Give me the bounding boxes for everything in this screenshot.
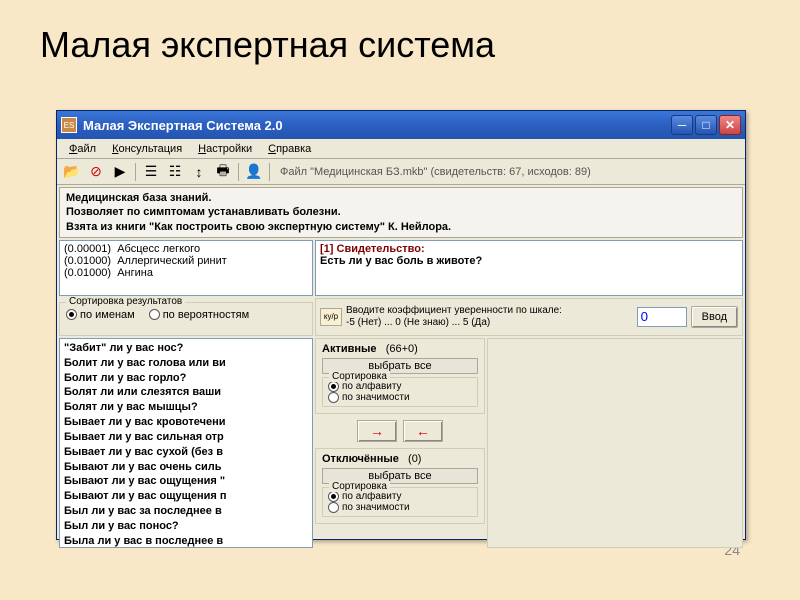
radio-icon bbox=[328, 491, 339, 502]
symptom-item[interactable]: Был ли у вас понос? bbox=[64, 519, 308, 534]
result-prob: (0.01000) bbox=[64, 267, 111, 279]
play-icon[interactable]: ▶ bbox=[109, 161, 131, 183]
radio-by-prob[interactable]: по вероятностям bbox=[149, 309, 249, 321]
active-group: Активные (66+0) выбрать все Сортировка п… bbox=[315, 338, 485, 414]
confidence-input[interactable] bbox=[637, 307, 687, 327]
question-text: Есть ли у вас боль в животе? bbox=[320, 255, 738, 267]
symptom-item[interactable]: Болит ли у вас горло? bbox=[64, 371, 308, 386]
disabled-group: Отключённые (0) выбрать все Сортировка п… bbox=[315, 448, 485, 524]
cancel-icon[interactable]: ⊘ bbox=[85, 161, 107, 183]
menu-help[interactable]: Справка bbox=[260, 141, 319, 157]
radio-disabled-alpha[interactable]: по алфавиту bbox=[328, 491, 472, 502]
maximize-button[interactable]: □ bbox=[695, 115, 717, 135]
question-box: [1] Свидетельство: Есть ли у вас боль в … bbox=[315, 240, 743, 296]
results-list[interactable]: (0.00001) Абсцесс легкого (0.01000) Алле… bbox=[59, 240, 313, 296]
symptom-item[interactable]: Была ли у вас в последнее в bbox=[64, 534, 308, 548]
close-button[interactable]: ✕ bbox=[719, 115, 741, 135]
window-title: Малая Экспертная Система 2.0 bbox=[83, 118, 671, 133]
open-icon[interactable]: 📂 bbox=[61, 161, 83, 183]
desc-line2: Позволяет по симптомам устанавливать бол… bbox=[66, 205, 736, 219]
sort-results-title: Сортировка результатов bbox=[66, 296, 185, 307]
symptom-list[interactable]: "Забит" ли у вас нос?Болит ли у вас голо… bbox=[59, 338, 313, 548]
disabled-sort-title: Сортировка bbox=[329, 481, 390, 492]
sort-results-group: Сортировка результатов по именам по веро… bbox=[59, 302, 313, 336]
menu-file[interactable]: Файл bbox=[61, 141, 104, 157]
question-header: [1] Свидетельство: bbox=[320, 243, 738, 255]
active-sort-title: Сортировка bbox=[329, 371, 390, 382]
empty-panel bbox=[487, 338, 743, 548]
result-name: Абсцесс легкого bbox=[117, 243, 200, 255]
coeff-label1: Вводите коэффициент уверенности по шкале… bbox=[346, 305, 633, 317]
result-name: Ангина bbox=[117, 267, 153, 279]
submit-button[interactable]: Ввод bbox=[691, 306, 738, 328]
symptom-item[interactable]: Бывают ли у вас ощущения " bbox=[64, 474, 308, 489]
app-icon: ES bbox=[61, 117, 77, 133]
result-name: Аллергический ринит bbox=[117, 255, 227, 267]
radio-active-sig[interactable]: по значимости bbox=[328, 392, 472, 403]
minimize-button[interactable]: ─ bbox=[671, 115, 693, 135]
symptom-item[interactable]: Бывают ли у вас очень силь bbox=[64, 460, 308, 475]
active-count: (66+0) bbox=[386, 343, 418, 355]
disabled-title: Отключённые bbox=[322, 453, 399, 465]
app-window: ES Малая Экспертная Система 2.0 ─ □ ✕ Фа… bbox=[56, 110, 746, 540]
disabled-count: (0) bbox=[408, 453, 421, 465]
list-icon[interactable]: ☰ bbox=[140, 161, 162, 183]
symptom-item[interactable]: Бывает ли у вас кровотечени bbox=[64, 415, 308, 430]
result-prob: (0.01000) bbox=[64, 255, 111, 267]
result-prob: (0.00001) bbox=[64, 243, 111, 255]
menubar: Файл Консультация Настройки Справка bbox=[57, 139, 745, 159]
toolbar: 📂 ⊘ ▶ ☰ ☷ ↕ 🖶 👤 Файл "Медицинская БЗ.mkb… bbox=[57, 159, 745, 185]
desc-line3: Взята из книги "Как построить свою экспе… bbox=[66, 220, 736, 234]
menu-settings[interactable]: Настройки bbox=[190, 141, 260, 157]
active-title: Активные bbox=[322, 343, 377, 355]
symptom-item[interactable]: Болит ли у вас голова или ви bbox=[64, 356, 308, 371]
ruler-icon: ку/p bbox=[320, 308, 342, 326]
titlebar: ES Малая Экспертная Система 2.0 ─ □ ✕ bbox=[57, 111, 745, 139]
radio-icon bbox=[328, 392, 339, 403]
coeff-label2: -5 (Нет) ... 0 (Не знаю) ... 5 (Да) bbox=[346, 317, 633, 329]
slide-title: Малая экспертная система bbox=[0, 0, 800, 78]
symptom-item[interactable]: Бывает ли у вас сильная отр bbox=[64, 430, 308, 445]
description-box: Медицинская база знаний. Позволяет по си… bbox=[59, 187, 743, 238]
symptom-item[interactable]: "Забит" ли у вас нос? bbox=[64, 341, 308, 356]
radio-by-name[interactable]: по именам bbox=[66, 309, 135, 321]
symptom-item[interactable]: Болят ли у вас мышцы? bbox=[64, 400, 308, 415]
menu-consult[interactable]: Консультация bbox=[104, 141, 190, 157]
radio-icon bbox=[149, 309, 160, 320]
user-icon[interactable]: 👤 bbox=[243, 161, 265, 183]
radio-icon bbox=[66, 309, 77, 320]
move-right-button[interactable]: → bbox=[357, 420, 397, 442]
tree-icon[interactable]: ☷ bbox=[164, 161, 186, 183]
radio-icon bbox=[328, 502, 339, 513]
radio-active-alpha[interactable]: по алфавиту bbox=[328, 381, 472, 392]
symptom-item[interactable]: Бывает ли у вас сухой (без в bbox=[64, 445, 308, 460]
move-left-button[interactable]: ← bbox=[403, 420, 443, 442]
print-icon[interactable]: 🖶 bbox=[212, 161, 234, 183]
symptom-item[interactable]: Был ли у вас за последнее в bbox=[64, 504, 308, 519]
symptom-item[interactable]: Болят ли или слезятся ваши bbox=[64, 385, 308, 400]
symptom-item[interactable]: Бывают ли у вас ощущения п bbox=[64, 489, 308, 504]
confidence-panel: ку/p Вводите коэффициент уверенности по … bbox=[315, 298, 743, 336]
sort-icon[interactable]: ↕ bbox=[188, 161, 210, 183]
radio-icon bbox=[328, 381, 339, 392]
desc-line1: Медицинская база знаний. bbox=[66, 191, 736, 205]
radio-disabled-sig[interactable]: по значимости bbox=[328, 502, 472, 513]
toolbar-status: Файл "Медицинская БЗ.mkb" (свидетельств:… bbox=[280, 166, 591, 178]
